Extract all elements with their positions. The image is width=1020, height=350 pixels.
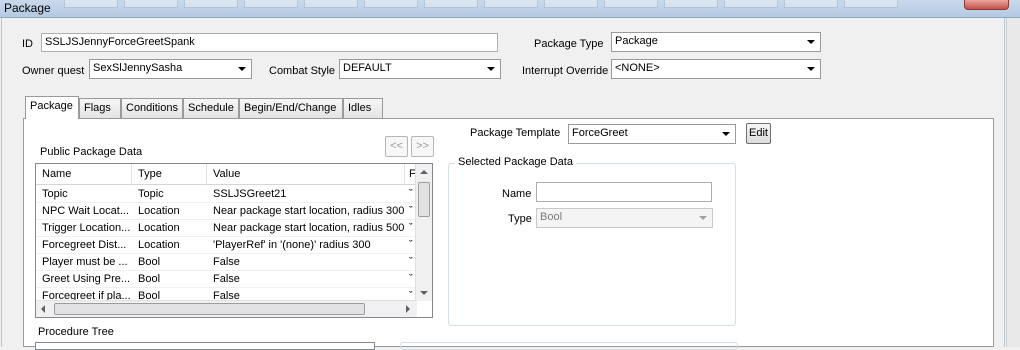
scroll-up-arrow-icon[interactable]	[420, 170, 428, 174]
type-label: Type	[508, 213, 532, 225]
row-value: Near package start location, radius 500	[213, 222, 405, 234]
background-tab	[844, 0, 898, 8]
row-value: False	[213, 256, 240, 268]
background-tab	[724, 0, 778, 8]
chevron-down-icon	[722, 132, 730, 136]
tab-package[interactable]: Package	[25, 96, 79, 119]
owner-quest-label: Owner quest	[22, 65, 85, 77]
row-name: Trigger Location...	[42, 222, 131, 234]
tab-conditions[interactable]: Conditions	[121, 98, 183, 118]
previous-button[interactable]: <<	[385, 136, 408, 157]
background-tab	[184, 0, 238, 8]
table-header: Name Type Value F	[36, 164, 417, 185]
row-name: Topic	[42, 188, 68, 200]
package-type-label: Package Type	[534, 38, 604, 50]
table-row[interactable]: Player must be ... Bool False ˇ	[36, 254, 416, 271]
row-value: SSLJSGreet21	[213, 188, 287, 200]
background-tab	[304, 0, 358, 8]
tab-schedule[interactable]: Schedule	[183, 98, 239, 118]
vertical-scroll-thumb[interactable]	[418, 182, 430, 217]
tab-flags[interactable]: Flags	[79, 98, 121, 118]
type-value: Bool	[540, 211, 563, 223]
window-title: Package	[4, 1, 51, 15]
combat-style-select[interactable]: DEFAULT	[339, 59, 501, 79]
row-value: 'PlayerRef' in '(none)' radius 300	[213, 239, 371, 251]
vertical-scrollbar[interactable]	[415, 164, 432, 301]
background-tab	[544, 0, 598, 8]
owner-quest-value: SexSlJennySasha	[93, 62, 183, 74]
close-button[interactable]	[964, 0, 1009, 10]
id-label: ID	[22, 38, 33, 50]
background-window-edge	[1006, 18, 1020, 347]
background-tab	[664, 0, 718, 8]
chevron-down-icon	[699, 216, 707, 220]
interrupt-override-value: <NONE>	[615, 62, 660, 74]
package-template-value: ForceGreet	[572, 127, 628, 139]
table-row[interactable]: Forcegreet Dist... Location 'PlayerRef' …	[36, 237, 416, 254]
package-type-select[interactable]: Package	[611, 32, 821, 52]
row-value: Near package start location, radius 300	[213, 205, 405, 217]
table-row[interactable]: Trigger Location... Location Near packag…	[36, 220, 416, 237]
background-tab	[244, 0, 298, 8]
procedure-details-group	[400, 342, 738, 350]
package-type-value: Package	[615, 35, 658, 47]
row-type: Location	[138, 222, 180, 234]
public-package-data-label: Public Package Data	[40, 146, 143, 158]
row-type: Bool	[138, 256, 161, 268]
table-row[interactable]: NPC Wait Locat... Location Near package …	[36, 203, 416, 220]
chevron-down-icon	[807, 40, 815, 44]
background-tab	[364, 0, 418, 8]
background-tab	[484, 0, 538, 8]
chevron-down-icon	[807, 67, 815, 71]
procedure-tree-label: Procedure Tree	[38, 326, 114, 338]
column-header-value[interactable]: Value	[207, 164, 405, 185]
table-row[interactable]: Topic Topic SSLJSGreet21 ˇ	[36, 186, 416, 203]
selected-package-data-label: Selected Package Data	[455, 156, 576, 168]
scroll-down-arrow-icon[interactable]	[420, 291, 428, 295]
row-name: NPC Wait Locat...	[42, 205, 130, 217]
background-tab	[64, 0, 118, 8]
background-tab	[784, 0, 838, 8]
tab-idles[interactable]: Idles	[343, 98, 383, 118]
package-template-label: Package Template	[470, 127, 561, 139]
public-package-data-table[interactable]: Name Type Value F Topic Topic SSLJSGreet…	[35, 163, 433, 318]
chevron-down-icon	[487, 67, 495, 71]
horizontal-scrollbar[interactable]	[36, 300, 417, 317]
column-header-name[interactable]: Name	[36, 164, 132, 185]
interrupt-override-select[interactable]: <NONE>	[611, 59, 821, 79]
table-row[interactable]: Greet Using Pre... Bool False ˇ	[36, 271, 416, 288]
background-tab	[124, 0, 178, 8]
package-template-select[interactable]: ForceGreet	[568, 124, 736, 144]
horizontal-scroll-thumb[interactable]	[54, 303, 365, 315]
interrupt-override-label: Interrupt Override	[522, 65, 609, 77]
owner-quest-select[interactable]: SexSlJennySasha	[89, 59, 252, 79]
name-label: Name	[502, 188, 532, 200]
tab-begin-end-change[interactable]: Begin/End/Change	[239, 98, 343, 118]
row-type: Location	[138, 239, 180, 251]
procedure-tree[interactable]	[35, 342, 375, 350]
row-name: Player must be ...	[42, 256, 128, 268]
combat-style-value: DEFAULT	[343, 62, 392, 74]
column-header-type[interactable]: Type	[132, 164, 207, 185]
row-name: Forcegreet Dist...	[42, 239, 127, 251]
combat-style-label: Combat Style	[269, 65, 336, 77]
background-tab	[424, 0, 478, 8]
row-type: Topic	[138, 188, 164, 200]
scroll-left-arrow-icon[interactable]	[41, 305, 45, 313]
chevron-down-icon	[238, 67, 246, 71]
id-field[interactable]: SSLJSJennyForceGreetSpank	[41, 33, 498, 52]
title-bar[interactable]: Package	[0, 0, 1020, 18]
row-type: Location	[138, 205, 180, 217]
background-tab	[604, 0, 658, 8]
row-name: Greet Using Pre...	[42, 273, 131, 285]
scroll-right-arrow-icon[interactable]	[406, 305, 410, 313]
type-select[interactable]: Bool	[536, 208, 713, 228]
next-button[interactable]: >>	[411, 136, 434, 157]
edit-button[interactable]: Edit	[746, 123, 771, 144]
name-field[interactable]	[536, 182, 712, 202]
row-type: Bool	[138, 273, 161, 285]
row-value: False	[213, 273, 240, 285]
